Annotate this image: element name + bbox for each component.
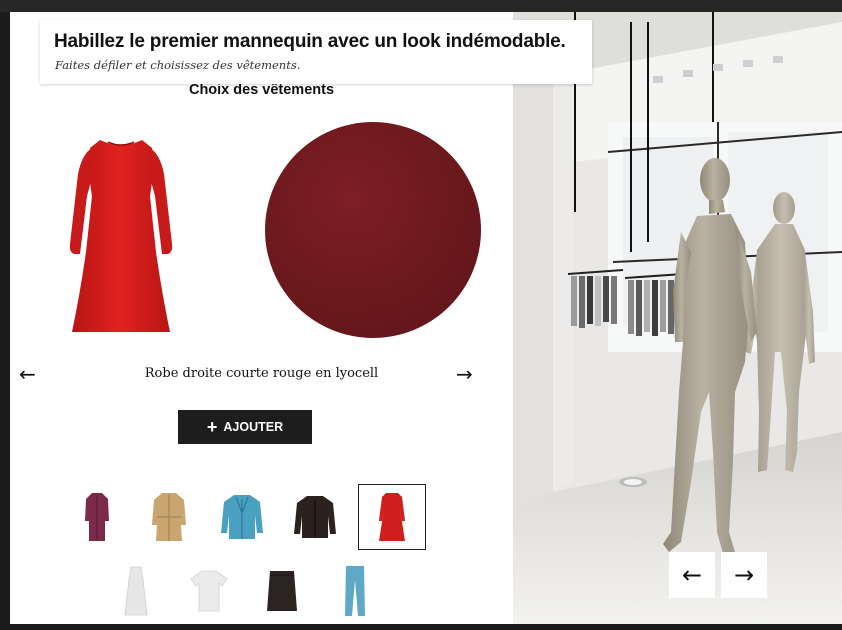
jeans-icon xyxy=(345,566,365,616)
top-bar xyxy=(0,0,842,12)
add-button-label: AJOUTER xyxy=(223,420,284,434)
thumbnail-long-burgundy-coat[interactable] xyxy=(63,484,131,550)
thumbnail-white-dress[interactable] xyxy=(102,558,170,624)
mannequin-prev-button[interactable]: ← xyxy=(669,552,715,598)
next-item-arrow[interactable]: → xyxy=(456,364,473,384)
thumbnail-black-leather-jacket[interactable] xyxy=(281,484,349,550)
thumbnail-red-dress[interactable] xyxy=(358,484,426,550)
selected-dress-image xyxy=(69,140,173,332)
bottom-bar xyxy=(0,624,842,630)
trench-coat-icon xyxy=(152,493,186,541)
thumbnail-white-tshirt[interactable] xyxy=(175,558,243,624)
instruction-card: Habillez le premier mannequin avec un lo… xyxy=(40,20,592,84)
dress-icon xyxy=(124,566,148,616)
product-name: Robe droite courte rouge en lyocell xyxy=(144,366,379,381)
thumbnail-blue-jeans[interactable] xyxy=(321,558,389,624)
add-button[interactable]: + AJOUTER xyxy=(178,410,312,444)
blazer-icon xyxy=(221,495,263,539)
page-title: Habillez le premier mannequin avec un lo… xyxy=(54,31,566,52)
tshirt-icon xyxy=(190,570,228,612)
jacket-icon xyxy=(294,496,336,538)
thumbnail-black-skirt[interactable] xyxy=(248,558,316,624)
coat-icon xyxy=(85,493,109,541)
thumbnail-blue-blazer[interactable] xyxy=(208,484,276,550)
store-interior-illustration xyxy=(513,12,842,624)
page-subtitle: Faites défiler et choisissez des vêtemen… xyxy=(55,58,301,72)
mannequin-next-button[interactable]: → xyxy=(721,552,767,598)
fabric-swatch xyxy=(265,122,481,338)
clothing-selector-panel: Choix des vêtements ← Robe droite courte… xyxy=(10,12,513,624)
section-title: Choix des vêtements xyxy=(188,82,335,98)
thumbnail-beige-trench-coat[interactable] xyxy=(135,484,203,550)
mannequin-3d-scene[interactable]: ← → xyxy=(513,12,842,624)
skirt-icon xyxy=(267,571,297,611)
dress-icon xyxy=(379,493,405,541)
plus-icon: + xyxy=(206,417,218,437)
